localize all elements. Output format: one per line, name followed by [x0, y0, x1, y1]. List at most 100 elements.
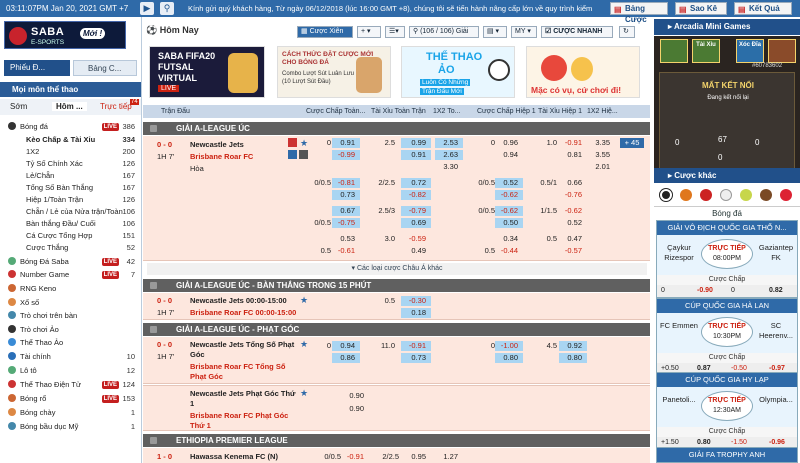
home-team[interactable]: Newcastle Jets [190, 140, 244, 150]
odds-cell[interactable]: 0.69 [401, 218, 431, 228]
search-icon[interactable]: ⚲ [160, 2, 174, 15]
odds-cell[interactable]: 0.81 [559, 150, 587, 160]
mini-games-header[interactable]: ▸ Arcadia Mini Games [654, 19, 800, 35]
banner-saba-futsal[interactable]: SABA FIFA20 FUTSAL VIRTUAL LIVE [149, 46, 265, 98]
soccer-icon[interactable] [660, 189, 672, 201]
odds-cell[interactable]: 2.53 [435, 138, 463, 148]
refresh-icon[interactable]: ↻ [619, 26, 635, 38]
league-header[interactable]: GIẢI A-LEAGUE ÚC - BÀN THẮNG TRONG 15 PH… [143, 279, 650, 292]
sidebar-item[interactable]: Bóng bầu dục Mỹ 1 [0, 421, 141, 433]
away-team[interactable]: Brisbane Roar FC Tổng Số [190, 362, 285, 372]
view-dropdown[interactable]: ▤ ▾ [483, 26, 507, 38]
volleyball-icon[interactable] [720, 189, 732, 201]
collapse-icon[interactable] [150, 326, 157, 333]
odds-cell[interactable]: -0.62 [495, 206, 523, 216]
odds-cell[interactable]: -0.91 [401, 341, 431, 351]
odds-cell[interactable]: 2.01 [589, 162, 615, 172]
game-tai-xiu[interactable]: Tài Xỉu [692, 39, 720, 63]
more-bets-button[interactable]: + 45 [620, 138, 644, 148]
odds-cell[interactable]: 0.92 [559, 341, 587, 351]
odds-cell[interactable]: 0.90 [339, 404, 369, 414]
baseball-icon[interactable] [700, 189, 712, 201]
odds-cell[interactable]: 3.35 [589, 138, 615, 148]
favorite-star-icon[interactable]: ★ [300, 295, 308, 305]
odds-cell[interactable]: 0.99 [401, 138, 431, 148]
odds-cell[interactable]: -0.99 [332, 150, 360, 160]
league-header[interactable]: ETHIOPIA PREMIER LEAGUE [143, 434, 650, 447]
sidebar-item[interactable]: Lô tô 12 [0, 365, 141, 377]
home-team[interactable]: Newcastle Jets 00:00-15:00 [190, 296, 287, 306]
odds-cell[interactable]: -0.81 [332, 178, 360, 188]
sidebar-item[interactable]: 1X2 200 [0, 146, 141, 158]
tennis-icon[interactable] [740, 189, 752, 201]
sidebar-item[interactable]: Bóng chày 1 [0, 407, 141, 419]
sidebar-item[interactable]: Bóng Đá Saba LIVE 42 [0, 256, 141, 268]
odds-cell[interactable]: -0.90 [697, 285, 713, 297]
bet-card[interactable]: GIẢI FA TROPHY ANH [656, 447, 798, 463]
bet-slip-tab[interactable]: Phiếu Đ... [4, 60, 70, 76]
league-header[interactable]: GIẢI A-LEAGUE ÚC [143, 122, 650, 135]
odds-cell[interactable]: 0.73 [401, 353, 431, 363]
statement-button[interactable]: ▤ Sao Kê [675, 2, 727, 15]
odds-cell[interactable]: 0.73 [332, 190, 360, 200]
odds-cell[interactable]: 0.86 [332, 353, 360, 363]
odds-cell[interactable]: -0.59 [401, 234, 431, 244]
league-header[interactable]: GIẢI A-LEAGUE ÚC - PHẠT GÓC [143, 323, 650, 336]
odds-cell[interactable]: 0.96 [495, 138, 523, 148]
news-ticker[interactable]: Kính gửi quý khách hàng, Từ ngày 06/12/2… [188, 4, 608, 13]
away-team[interactable]: Brisbane Roar FC Phạt Góc [190, 411, 288, 421]
odds-cell[interactable]: 2.63 [435, 150, 463, 160]
odds-cell[interactable]: 0.47 [559, 234, 587, 244]
banner-new-betting[interactable]: CÁCH THỨC ĐẶT CƯỢC MỚI CHO BÓNG ĐÁ Combo… [277, 46, 391, 98]
football-icon[interactable] [760, 189, 772, 201]
bet-list-tab[interactable]: Bảng C... [73, 60, 137, 76]
odds-cell[interactable]: 0.91 [332, 138, 360, 148]
odds-cell[interactable]: 0.94 [495, 150, 523, 160]
odds-cell[interactable]: 0.66 [559, 178, 587, 188]
sidebar-item[interactable]: Hiệp 1/Toàn Trận 126 [0, 194, 141, 206]
home-team[interactable]: Newcastle Jets Tổng Số Phạt [190, 340, 294, 350]
stats-icon[interactable] [288, 138, 297, 147]
odds-cell[interactable]: 0.53 [332, 234, 360, 244]
sidebar-item[interactable]: Tỷ Số Chính Xác 126 [0, 158, 141, 170]
odds-cell[interactable]: -0.44 [495, 246, 523, 256]
tv-icon[interactable] [288, 150, 297, 159]
odds-cell[interactable]: 0.94 [332, 341, 360, 351]
bet-card[interactable]: GIẢI VÔ ĐỊCH QUỐC GIA THỔ N... Çaykur Riz… [656, 220, 798, 298]
sidebar-item[interactable]: Thể Thao Ảo [0, 337, 141, 349]
odds-cell[interactable]: 0.67 [332, 206, 360, 216]
odds-cell[interactable]: 0.34 [495, 234, 523, 244]
odds-cell[interactable]: 0.90 [339, 391, 369, 401]
favorite-star-icon[interactable]: ★ [300, 388, 308, 398]
sidebar-item[interactable]: Thể Thao Điện Tử LIVE 124 [0, 379, 141, 391]
odds-cell[interactable]: 0.50 [495, 218, 523, 228]
parlay-button[interactable]: ▦ Cược Xiên [297, 26, 353, 38]
odds-cell[interactable]: -1.00 [495, 341, 523, 351]
sidebar-item[interactable]: Bàn thắng Đầu/ Cuối 106 [0, 218, 141, 230]
collapse-icon[interactable] [150, 437, 157, 444]
favorite-star-icon[interactable]: ★ [300, 339, 308, 349]
league-filter[interactable]: ⚲ (106 / 106) Giải [409, 26, 479, 38]
odds-cell[interactable]: -0.75 [332, 218, 360, 228]
odds-cell[interactable]: -0.79 [401, 206, 431, 216]
live-info-icon[interactable] [299, 150, 308, 159]
odds-cell[interactable]: 0.52 [495, 178, 523, 188]
odds-cell[interactable]: -0.82 [401, 190, 431, 200]
odds-cell[interactable]: 3.55 [589, 150, 615, 160]
all-sports-header[interactable]: Mọi môn thể thao [0, 82, 141, 97]
more-asian-bets-link[interactable]: ▾ Các loại cược Châu Á khác [147, 263, 647, 275]
odds-cell[interactable]: 0.52 [559, 218, 587, 228]
odds-cell[interactable]: -0.76 [559, 190, 587, 200]
odds-cell[interactable]: -0.62 [559, 206, 587, 216]
odds-cell[interactable]: -0.57 [559, 246, 587, 256]
other-sport-icon[interactable] [780, 189, 792, 201]
odds-cell[interactable]: 0.72 [401, 178, 431, 188]
sort-dropdown[interactable]: ☰▾ [385, 26, 405, 38]
odds-cell[interactable]: 1.27 [435, 452, 463, 462]
other-bets-header[interactable]: ▸ Cược khác [654, 168, 800, 183]
bet-card[interactable]: CÚP QUỐC GIA HÀ LAN FC Emmen TRỰC TIẾP 10:3… [656, 298, 798, 376]
game-xoc-dia[interactable]: Xóc Đĩa [736, 39, 764, 63]
saba-esports-banner[interactable]: SABA E-SPORTS Mới ! [4, 21, 126, 49]
home-team[interactable]: Newcastle Jets Phạt Góc Thứ [190, 389, 295, 399]
sidebar-item[interactable]: Xổ số [0, 297, 141, 309]
